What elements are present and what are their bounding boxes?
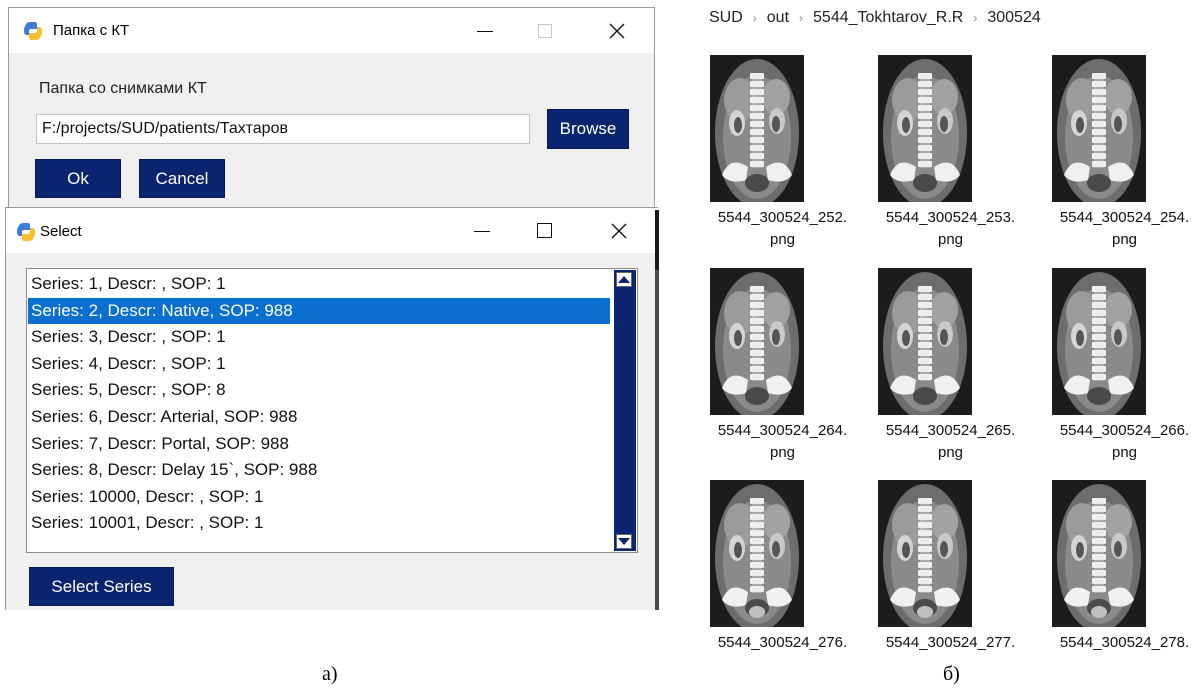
series-list-item[interactable]: Series: 6, Descr: Arterial, SOP: 988 <box>28 404 610 431</box>
ct-scan-thumbnail <box>1052 480 1146 627</box>
ct-scan-thumbnail <box>710 55 804 202</box>
background-window-edge <box>655 210 659 270</box>
select-dialog: Select Series: 1, Descr: , SOP: 1 Series:… <box>5 207 658 610</box>
series-list-item[interactable]: Series: 10001, Descr: , SOP: 1 <box>28 510 610 537</box>
breadcrumb-segment[interactable]: SUD <box>709 9 743 27</box>
select-dialog-titlebar[interactable]: Select <box>6 208 658 253</box>
select-dialog-title: Select <box>40 223 82 240</box>
ok-button[interactable]: Ok <box>35 159 121 198</box>
file-name-line: 5544_300524_278. <box>1059 634 1190 651</box>
folder-dialog-titlebar[interactable]: Папка с КТ <box>9 8 654 53</box>
series-list-item[interactable]: Series: 7, Descr: Portal, SOP: 988 <box>28 431 610 458</box>
maximize-icon[interactable] <box>521 208 567 253</box>
series-list: Series: 1, Descr: , SOP: 1 Series: 2, Des… <box>28 271 610 537</box>
chevron-right-icon: › <box>752 11 757 25</box>
file-name: 5544_300524_253.png <box>868 207 1033 251</box>
file-extension: png <box>937 444 964 461</box>
maximize-icon[interactable] <box>522 8 568 53</box>
file-name: 5544_300524_278. <box>1042 632 1203 654</box>
file-name-line: 5544_300524_253. <box>885 209 1016 226</box>
list-scrollbar[interactable] <box>614 270 636 551</box>
breadcrumb-segment[interactable]: 300524 <box>987 9 1040 27</box>
file-name-line: 5544_300524_252. <box>717 209 848 226</box>
series-list-item[interactable]: Series: 2, Descr: Native, SOP: 988 <box>28 297 610 325</box>
folder-dialog: Папка с КТ Папка со снимками КТ Browse O… <box>8 7 655 211</box>
cancel-button[interactable]: Cancel <box>139 159 225 198</box>
series-list-item[interactable]: Series: 5, Descr: , SOP: 8 <box>28 377 610 404</box>
select-series-button[interactable]: Select Series <box>29 567 174 606</box>
folder-label: Папка со снимками КТ <box>39 80 207 97</box>
series-list-item[interactable]: Series: 1, Descr: , SOP: 1 <box>28 271 610 298</box>
scroll-down-arrow-icon[interactable] <box>616 534 632 549</box>
series-list-item[interactable]: Series: 3, Descr: , SOP: 1 <box>28 324 610 351</box>
breadcrumb-segment[interactable]: 5544_Tokhtarov_R.R <box>813 9 963 27</box>
file-name: 5544_300524_254.png <box>1042 207 1203 251</box>
ct-scan-thumbnail <box>878 480 972 627</box>
ct-scan-thumbnail <box>1052 55 1146 202</box>
series-list-item[interactable]: Series: 8, Descr: Delay 15`, SOP: 988 <box>28 457 610 484</box>
file-name-line: 5544_300524_276. <box>717 634 848 651</box>
caption-b: б) <box>943 663 960 685</box>
file-thumbnail-grid: 5544_300524_252. png 5544_300524_253. png 55… <box>700 45 1200 675</box>
file-name: 5544_300524_252.png <box>700 207 865 251</box>
file-extension: png <box>1111 231 1138 248</box>
caption-a: а) <box>322 663 338 685</box>
ct-scan-thumbnail <box>710 480 804 627</box>
minimize-icon[interactable] <box>462 8 508 53</box>
ct-scan-thumbnail <box>1052 268 1146 415</box>
folder-path-input[interactable] <box>36 114 530 144</box>
folder-dialog-title: Папка с КТ <box>53 22 130 39</box>
series-list-item[interactable]: Series: 4, Descr: , SOP: 1 <box>28 351 610 378</box>
file-extension: png <box>937 231 964 248</box>
file-name-line: 5544_300524_266. <box>1059 422 1190 439</box>
scroll-up-arrow-icon[interactable] <box>616 272 632 287</box>
close-icon[interactable] <box>594 8 640 53</box>
file-name-line: 5544_300524_254. <box>1059 209 1190 226</box>
python-app-icon <box>24 22 42 40</box>
breadcrumb: SUD › out › 5544_Tokhtarov_R.R › 300524 <box>709 9 1041 27</box>
file-name: 5544_300524_265.png <box>868 420 1033 464</box>
chevron-right-icon: › <box>799 11 804 25</box>
file-name-line: 5544_300524_265. <box>885 422 1016 439</box>
minimize-icon[interactable] <box>459 208 505 253</box>
file-name: 5544_300524_276. <box>700 632 865 654</box>
breadcrumb-segment[interactable]: out <box>767 9 789 27</box>
file-name: 5544_300524_277. <box>868 632 1033 654</box>
file-name-line: 5544_300524_277. <box>885 634 1016 651</box>
ct-scan-thumbnail <box>878 55 972 202</box>
ct-scan-thumbnail <box>878 268 972 415</box>
series-listbox[interactable]: Series: 1, Descr: , SOP: 1 Series: 2, Des… <box>26 268 638 553</box>
file-name: 5544_300524_264.png <box>700 420 865 464</box>
close-icon[interactable] <box>596 208 642 253</box>
background-window-edge <box>655 210 659 610</box>
file-name: 5544_300524_266.png <box>1042 420 1203 464</box>
chevron-right-icon: › <box>973 11 978 25</box>
file-extension: png <box>1111 444 1138 461</box>
file-extension: png <box>769 231 796 248</box>
ct-scan-thumbnail <box>710 268 804 415</box>
file-name-line: 5544_300524_264. <box>717 422 848 439</box>
python-app-icon <box>17 223 35 241</box>
series-list-item[interactable]: Series: 10000, Descr: , SOP: 1 <box>28 484 610 511</box>
file-extension: png <box>769 444 796 461</box>
browse-button[interactable]: Browse <box>547 109 629 149</box>
